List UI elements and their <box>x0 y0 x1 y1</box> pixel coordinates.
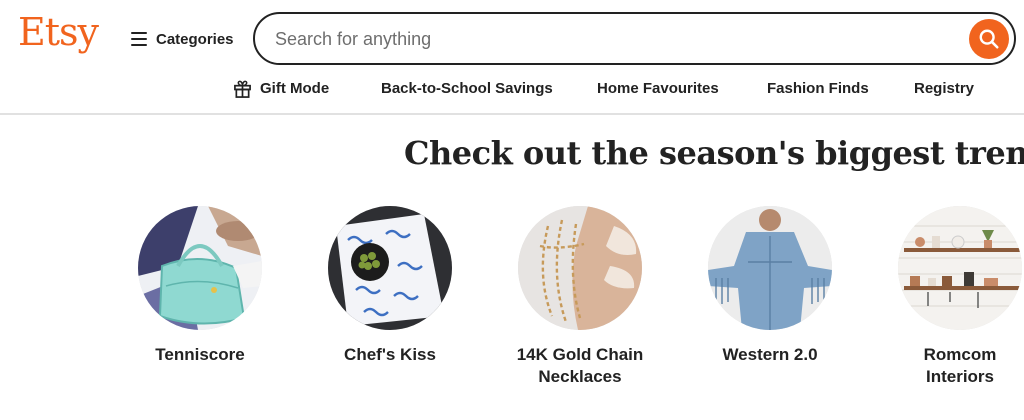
tennis-bag-image <box>138 206 262 330</box>
trend-label: Romcom Interiors <box>923 345 997 386</box>
trend-label: 14K Gold Chain Necklaces <box>516 345 644 386</box>
search-bar <box>253 12 1016 65</box>
trend-image <box>518 206 642 330</box>
etsy-logo[interactable]: Etsy <box>18 10 99 54</box>
site-header: Etsy Categories Gift Mode Back-to-School… <box>0 0 1024 115</box>
nav-item-back-to-school[interactable]: Back-to-School Savings <box>381 78 553 100</box>
trend-card-chefs-kiss[interactable]: Chef's Kiss <box>320 206 460 366</box>
denim-jacket-image <box>708 206 832 330</box>
gift-icon <box>234 80 251 98</box>
trend-image <box>708 206 832 330</box>
trend-label: Tenniscore <box>155 345 245 364</box>
search-button[interactable] <box>969 19 1009 59</box>
trend-image <box>898 206 1022 330</box>
search-icon <box>979 29 999 49</box>
trend-card-western[interactable]: Western 2.0 <box>700 206 840 366</box>
hamburger-menu-icon <box>131 32 147 46</box>
gold-chain-image <box>518 206 642 330</box>
categories-label: Categories <box>156 30 234 48</box>
categories-button[interactable]: Categories <box>131 28 234 50</box>
nav-item-label: Gift Mode <box>260 80 330 97</box>
trend-image <box>138 206 262 330</box>
trend-image <box>328 206 452 330</box>
nav-item-registry[interactable]: Registry <box>914 78 974 100</box>
kitchen-shelf-image <box>898 206 1022 330</box>
nav-item-home-favourites[interactable]: Home Favourites <box>597 78 719 100</box>
nav-item-gift-mode[interactable]: Gift Mode <box>233 78 329 100</box>
trend-card-tenniscore[interactable]: Tenniscore <box>130 206 270 366</box>
nav-item-fashion-finds[interactable]: Fashion Finds <box>767 78 869 100</box>
page-headline: Check out the season's biggest trends <box>404 134 1024 172</box>
trend-card-romcom-interiors[interactable]: Romcom Interiors <box>890 206 1024 388</box>
trend-label: Chef's Kiss <box>344 345 436 364</box>
trend-card-gold-chain-necklaces[interactable]: 14K Gold Chain Necklaces <box>510 206 650 388</box>
search-input[interactable] <box>275 26 955 52</box>
trend-label: Western 2.0 <box>722 345 818 364</box>
tea-towel-image <box>328 206 452 330</box>
category-nav: Gift Mode Back-to-School Savings Home Fa… <box>233 78 993 100</box>
